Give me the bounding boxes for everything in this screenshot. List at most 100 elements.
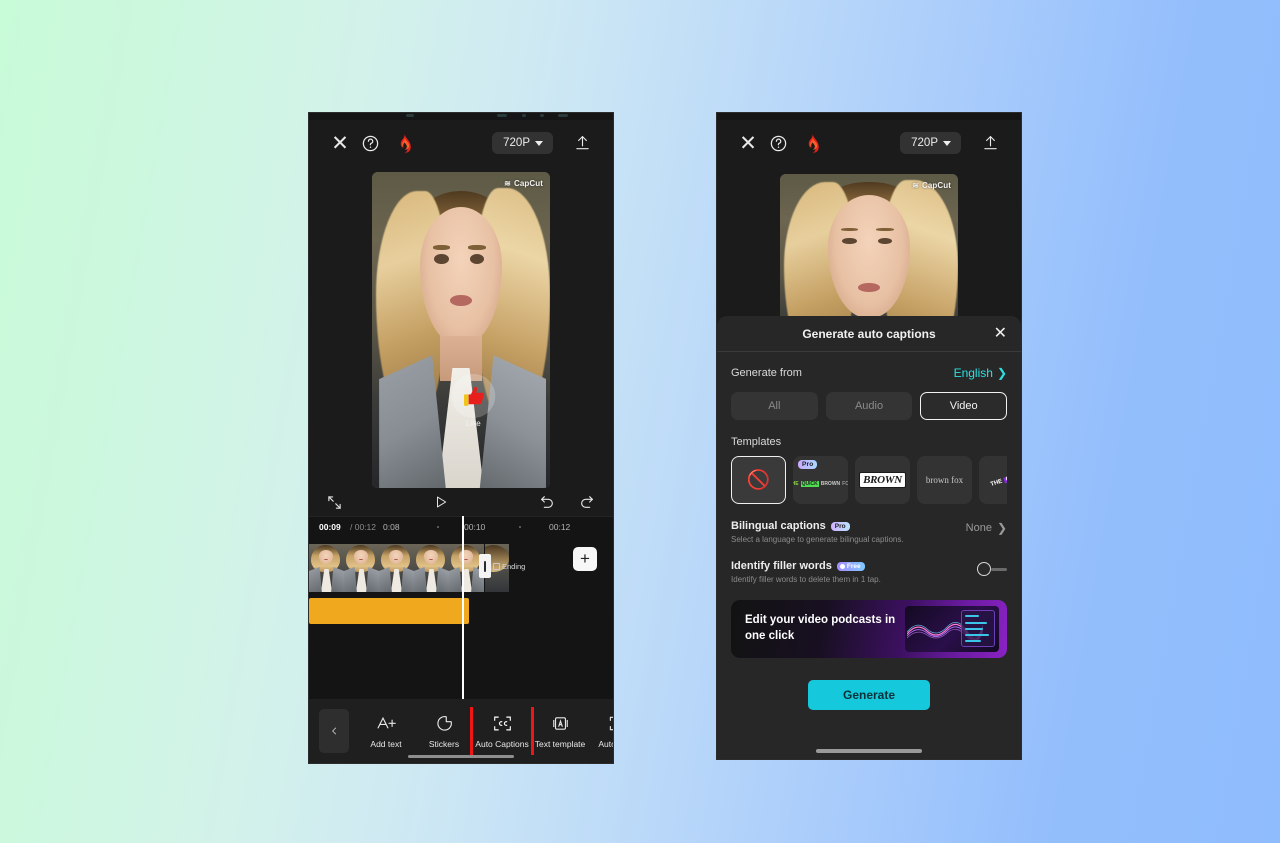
tool-stickers[interactable]: Stickers	[415, 707, 473, 755]
bilingual-value-group[interactable]: None ❯	[966, 520, 1007, 534]
filler-words-row[interactable]: Identify filler words Free Identify fill…	[731, 560, 1007, 584]
clip-thumbnail	[379, 544, 414, 592]
chevron-right-icon: ❯	[996, 521, 1007, 535]
generate-button[interactable]: Generate	[808, 680, 930, 710]
template-the-quick-tilt[interactable]: THEQUIC	[979, 456, 1007, 504]
close-icon[interactable]: ✕	[733, 128, 763, 158]
filler-subtitle: Identify filler words to delete them in …	[731, 575, 881, 584]
filler-words-toggle[interactable]	[977, 562, 1007, 576]
tool-label: Text template	[534, 739, 586, 749]
close-icon[interactable]: ✕	[994, 325, 1007, 342]
ending-square-icon	[493, 562, 500, 570]
filler-title: Identify filler words	[731, 560, 832, 572]
bilingual-value: None	[965, 522, 992, 534]
segment-all[interactable]: All	[731, 392, 818, 420]
templates-row[interactable]: 🚫 Pro THEQUICKBROWNFOX BROWN brown fox T	[731, 456, 1007, 504]
generate-from-row: Generate from English ❯	[731, 366, 1007, 380]
bilingual-captions-row[interactable]: Bilingual captions Pro Select a language…	[731, 520, 1007, 544]
tool-add-text[interactable]: Add text	[357, 707, 415, 755]
template-brown-fox-serif[interactable]: brown fox	[917, 456, 972, 504]
close-icon[interactable]: ✕	[325, 128, 355, 158]
right-topbar: ✕ 720P	[717, 120, 1021, 166]
stickers-icon	[436, 713, 453, 733]
pro-badge: Pro	[798, 460, 818, 469]
resolution-chip[interactable]: 720P	[492, 132, 553, 154]
segment-audio[interactable]: Audio	[825, 392, 913, 420]
promo-artwork	[905, 606, 999, 652]
tool-text-template[interactable]: Text template	[531, 707, 589, 755]
resolution-label: 720P	[911, 137, 938, 149]
no-template-icon: 🚫	[746, 470, 771, 491]
free-badge-label: Free	[846, 562, 861, 570]
ending-marker[interactable]: Ending	[479, 554, 525, 578]
status-bar-right	[717, 113, 1021, 120]
bilingual-title: Bilingual captions	[731, 520, 826, 532]
auto-lyrics-icon	[609, 713, 613, 733]
left-topbar: ✕ 720P	[309, 120, 613, 166]
current-time: 00:09	[319, 522, 341, 532]
sheet-header: Generate auto captions ✕	[717, 316, 1021, 352]
tool-label: Stickers	[428, 739, 460, 749]
template-brown-bold[interactable]: BROWN	[855, 456, 910, 504]
ruler-label-2: 00:12	[549, 522, 571, 532]
phone-right: ✕ 720P ≋ CapCut Generate auto captions ✕…	[716, 112, 1022, 760]
template-none[interactable]: 🚫	[731, 456, 786, 504]
clip-trim-handle[interactable]	[479, 554, 491, 578]
home-indicator	[816, 749, 922, 753]
pro-badge: Pro	[830, 521, 850, 531]
template-quick-brown-fox[interactable]: Pro THEQUICKBROWNFOX	[793, 456, 848, 504]
capcut-watermark: ≋ CapCut	[912, 181, 951, 190]
timeline-tracks[interactable]: Ending +	[309, 516, 613, 714]
clip-thumbnail	[414, 544, 449, 592]
phone-left: ✕ 720P ≋ CapCut Like 00:09 / 00:12 0:08 …	[308, 112, 614, 764]
promo-panel-icon	[961, 610, 995, 647]
help-circle-icon[interactable]	[355, 128, 385, 158]
upload-icon[interactable]	[567, 128, 597, 158]
sheet-title: Generate auto captions	[802, 326, 936, 341]
free-badge-dot-icon	[839, 563, 845, 569]
timeline-ruler[interactable]: 00:09 / 00:12 0:08 00:10 00:12	[309, 516, 613, 538]
template-preview-text: THEQUIC	[990, 472, 1007, 488]
status-bar-left	[309, 113, 613, 120]
toolbar-items: Add text Stickers Auto Captions Text tem…	[349, 707, 613, 755]
total-time: / 00:12	[350, 522, 376, 532]
flame-icon[interactable]	[389, 128, 419, 158]
chevron-right-icon: ❯	[996, 366, 1007, 380]
bottom-toolbar: Add text Stickers Auto Captions Text tem…	[309, 699, 613, 763]
generate-from-label: Generate from	[731, 367, 802, 379]
promo-text: Edit your video podcasts in one click	[745, 614, 896, 642]
timeline[interactable]: 00:09 / 00:12 0:08 00:10 00:12 Ending +	[309, 516, 613, 714]
tool-auto-lyrics[interactable]: Auto lyrics	[589, 707, 613, 755]
add-track-button[interactable]: +	[573, 547, 597, 571]
template-preview-text: brown fox	[925, 475, 964, 485]
template-preview-text: BROWN	[859, 472, 906, 488]
video-frame: ≋ CapCut Like	[372, 172, 550, 488]
resolution-chip[interactable]: 720P	[900, 132, 961, 154]
promo-banner[interactable]: Edit your video podcasts in one click	[731, 600, 1007, 658]
free-badge: Free	[836, 561, 865, 571]
video-clip-strip[interactable]	[309, 544, 485, 592]
redo-icon[interactable]	[579, 494, 595, 510]
fullscreen-icon[interactable]	[327, 495, 342, 510]
thumbs-up-icon[interactable]	[451, 374, 496, 419]
segment-video[interactable]: Video	[920, 392, 1008, 420]
like-overlay[interactable]: Like	[451, 374, 496, 429]
like-label: Like	[465, 419, 481, 429]
help-circle-icon[interactable]	[763, 128, 793, 158]
audio-track[interactable]	[309, 598, 469, 624]
language-picker[interactable]: English ❯	[954, 366, 1007, 380]
undo-icon[interactable]	[539, 494, 555, 510]
play-icon[interactable]	[434, 494, 448, 510]
upload-icon[interactable]	[975, 128, 1005, 158]
watermark-label: CapCut	[921, 181, 951, 190]
resolution-label: 720P	[503, 137, 530, 149]
flame-icon[interactable]	[797, 128, 827, 158]
chevron-down-icon	[535, 140, 543, 146]
playhead[interactable]	[462, 516, 464, 714]
toolbar-back-button[interactable]	[319, 709, 349, 753]
language-value: English	[953, 366, 993, 380]
add-text-icon	[376, 713, 397, 733]
left-video-preview[interactable]: ≋ CapCut Like	[309, 166, 613, 488]
ruler-label-1: 00:10	[464, 522, 486, 532]
tool-auto-captions[interactable]: Auto Captions	[470, 707, 534, 755]
